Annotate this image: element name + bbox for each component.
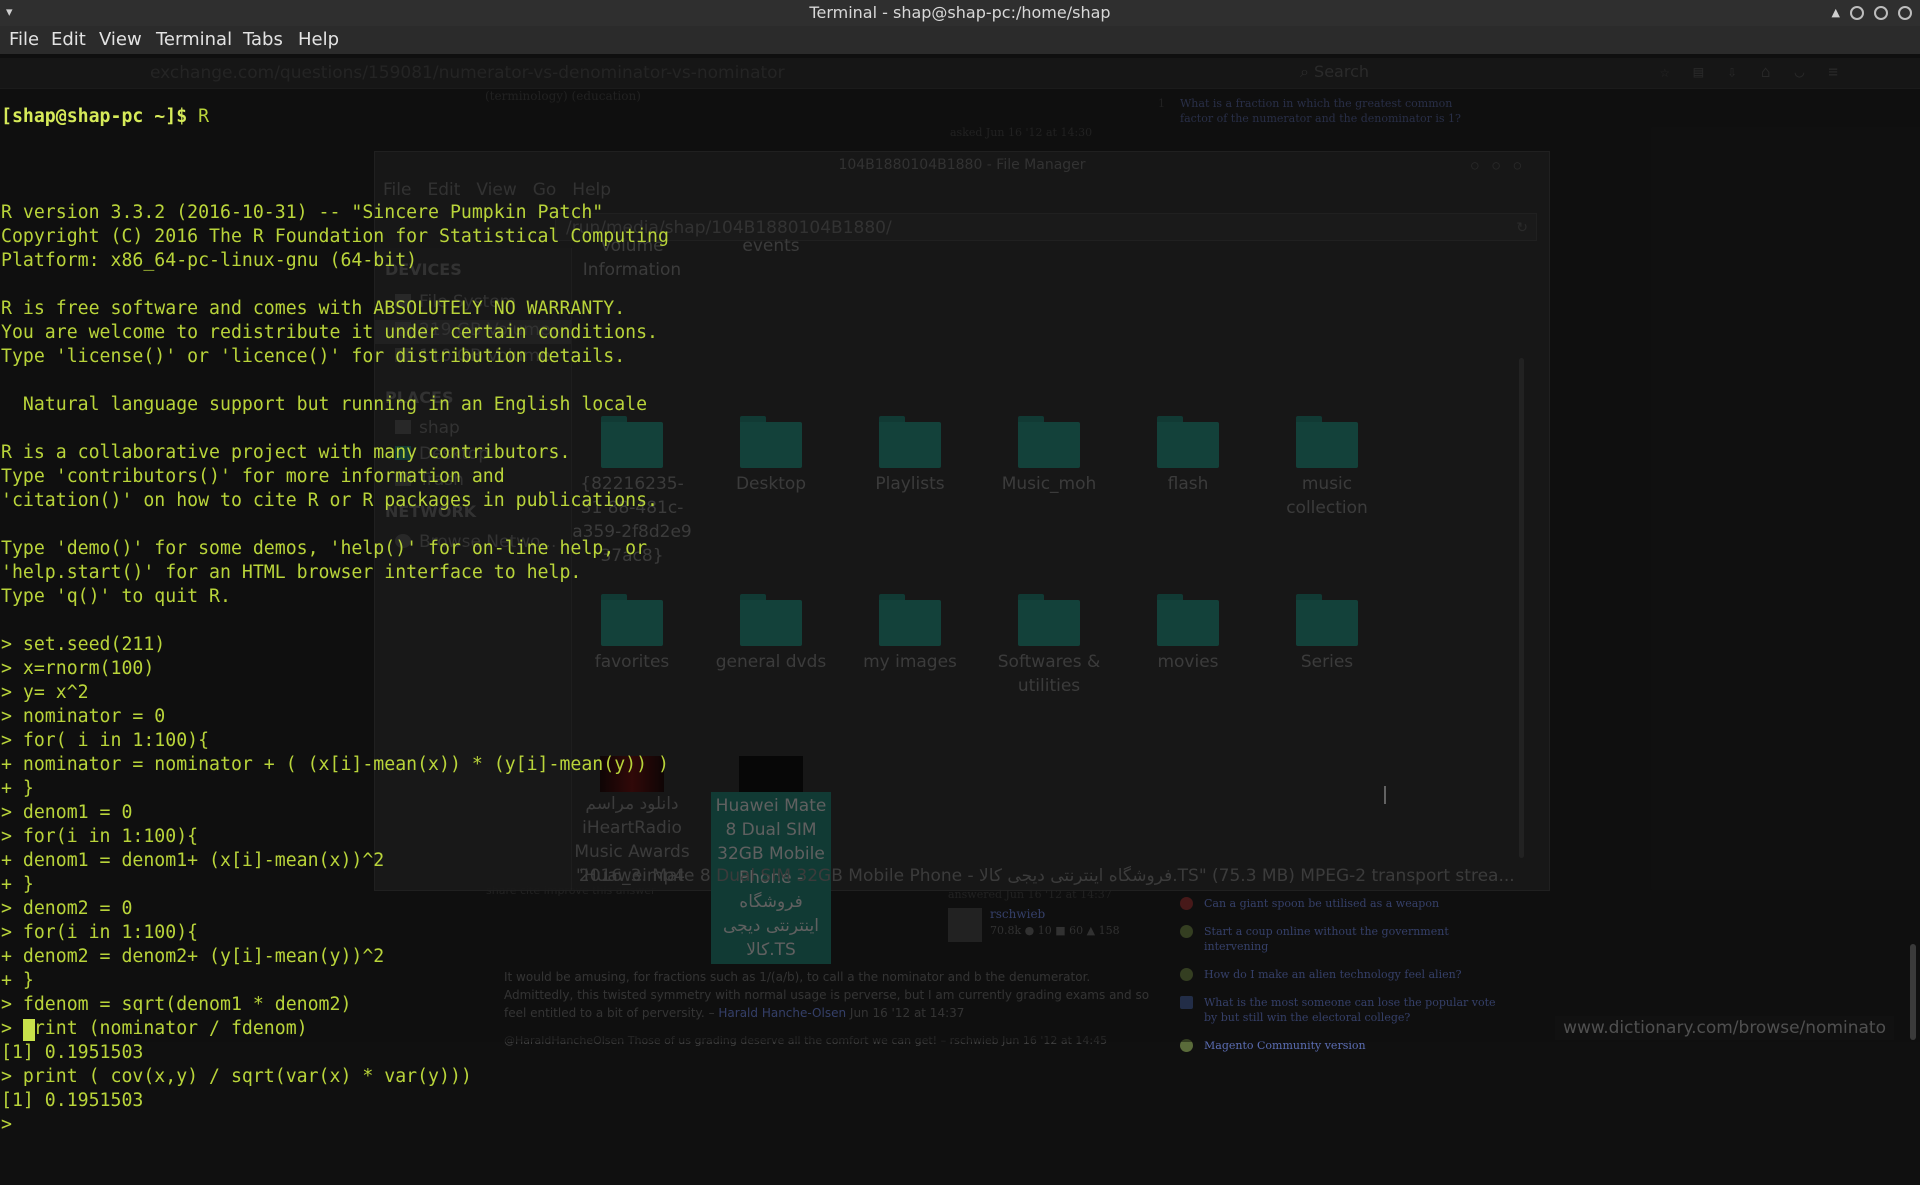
- terminal-line: > nominator = 0: [1, 706, 166, 727]
- terminal-titlebar[interactable]: ▾ Terminal - shap@shap-pc:/home/shap ▲: [0, 0, 1920, 26]
- menu-view[interactable]: View: [99, 26, 142, 54]
- menu-tabs[interactable]: Tabs: [243, 26, 283, 54]
- terminal-line: Type 'contributors()' for more informati…: [1, 466, 505, 487]
- terminal-line: > denom1 = 0: [1, 802, 133, 823]
- shell-prompt: [shap@shap-pc ~]$: [1, 106, 188, 127]
- shell-command: R: [187, 106, 210, 127]
- terminal-window[interactable]: ▾ Terminal - shap@shap-pc:/home/shap ▲ F…: [0, 0, 1920, 1135]
- terminal-line: > set.seed(211): [1, 634, 166, 655]
- terminal-line: + }: [1, 970, 34, 991]
- close-icon[interactable]: [1898, 6, 1912, 20]
- terminal-line: + denom2 = denom2+ (y[i]-mean(y))^2: [1, 946, 385, 967]
- terminal-line: R is free software and comes with ABSOLU…: [1, 298, 626, 319]
- terminal-line: > denom2 = 0: [1, 898, 133, 919]
- terminal-line: > x=rnorm(100): [1, 658, 155, 679]
- terminal-line: R is a collaborative project with many c…: [1, 442, 571, 463]
- terminal-scrollbar[interactable]: [1910, 944, 1916, 1040]
- menu-file[interactable]: File: [9, 26, 39, 54]
- terminal-output[interactable]: [shap@shap-pc ~]$ R R version 3.3.2 (201…: [1, 57, 669, 1185]
- terminal-line: R version 3.3.2 (2016-10-31) -- "Sincere…: [1, 202, 604, 223]
- terminal-menubar: File Edit View Terminal Tabs Help: [0, 26, 1920, 54]
- terminal-line: + denom1 = denom1+ (x[i]-mean(x))^2: [1, 850, 385, 871]
- terminal-line: > for( i in 1:100){: [1, 730, 210, 751]
- terminal-line: + }: [1, 778, 34, 799]
- terminal-line: + }: [1, 874, 34, 895]
- menu-terminal[interactable]: Terminal: [156, 26, 232, 54]
- terminal-line: 'citation()' on how to cite R or R packa…: [1, 490, 658, 511]
- terminal-line: 'help.start()' for an HTML browser inter…: [1, 562, 582, 583]
- terminal-cursor: [23, 1019, 35, 1041]
- terminal-line: > print ( cov(x,y) / sqrt(var(x) * var(y…: [1, 1066, 472, 1087]
- terminal-line: Copyright (C) 2016 The R Foundation for …: [1, 226, 669, 247]
- terminal-prompt-line: [shap@shap-pc ~]$ R: [1, 105, 669, 129]
- maximize-icon[interactable]: [1874, 6, 1888, 20]
- menu-help[interactable]: Help: [298, 26, 339, 54]
- terminal-line: Type 'license()' or 'licence()' for dist…: [1, 346, 626, 367]
- terminal-title: Terminal - shap@shap-pc:/home/shap: [809, 3, 1111, 22]
- terminal-line: + nominator = nominator + ( (x[i]-mean(x…: [1, 754, 669, 775]
- terminal-line: Type 'q()' to quit R.: [1, 586, 231, 607]
- window-controls: ▲: [1832, 0, 1912, 26]
- minimize-icon[interactable]: [1850, 6, 1864, 20]
- terminal-line: > y= x^2: [1, 682, 89, 703]
- terminal-line: > for(i in 1:100){: [1, 826, 199, 847]
- terminal-line: > fdenom = sqrt(denom1 * denom2): [1, 994, 352, 1015]
- terminal-lines: R version 3.3.2 (2016-10-31) -- "Sincere…: [1, 177, 669, 1137]
- shade-icon[interactable]: ▲: [1832, 0, 1840, 26]
- terminal-line: You are welcome to redistribute it under…: [1, 322, 658, 343]
- terminal-line: Type 'demo()' for some demos, 'help()' f…: [1, 538, 648, 559]
- terminal-line: > for(i in 1:100){: [1, 922, 199, 943]
- terminal-line: >: [1, 1114, 23, 1135]
- terminal-line: Natural language support but running in …: [1, 394, 648, 415]
- terminal-line: [1] 0.1951503: [1, 1042, 144, 1063]
- menu-edit[interactable]: Edit: [51, 26, 86, 54]
- terminal-line: > print (nominator / fdenom): [1, 1018, 308, 1039]
- terminal-line: Platform: x86_64-pc-linux-gnu (64-bit): [1, 250, 418, 271]
- terminal-line: [1] 0.1951503: [1, 1090, 144, 1111]
